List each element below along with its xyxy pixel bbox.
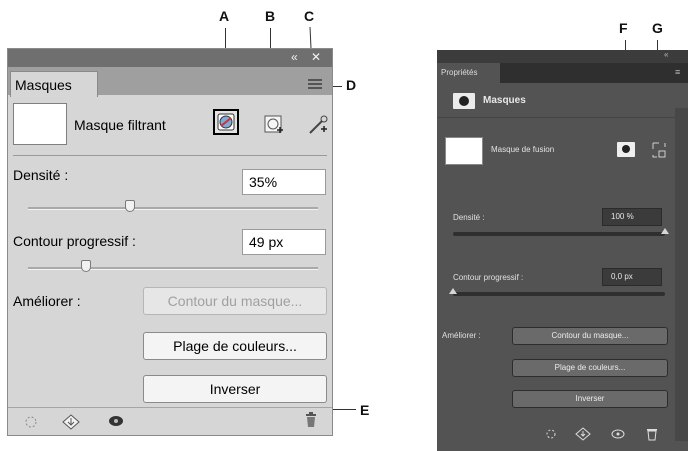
feather-slider-handle[interactable] [449,288,457,294]
pixel-mask-button[interactable] [213,109,239,135]
collapse-icon[interactable]: « [291,50,298,64]
panel-title-bar[interactable]: « [437,50,688,63]
invert-button[interactable]: Inverser [143,375,327,403]
callout-a: A [219,8,230,24]
feather-input[interactable]: 49 px [242,229,326,255]
apply-mask-icon[interactable] [61,413,81,431]
mask-edge-button[interactable]: Contour du masque... [143,287,327,315]
panel-menu-icon[interactable]: ≡ [675,67,680,77]
feather-input[interactable]: 0,0 px [602,268,662,286]
delete-icon[interactable] [305,412,317,428]
masks-panel-light: « ✕ Masques Masque filtrant Densité : 35 [7,48,333,436]
mask-type-label: Masque filtrant [74,117,166,133]
scrollbar[interactable] [675,108,688,441]
panel-title-bar[interactable]: « ✕ [8,49,332,67]
refine-label: Améliorer : [13,293,81,309]
panel-bottom-toolbar [8,407,332,436]
toggle-visibility-icon[interactable] [611,428,625,440]
select-pixel-mask-button[interactable] [617,142,635,157]
density-slider-handle[interactable] [124,200,135,212]
callout-g: G [652,20,663,36]
refine-mask-icon [309,115,328,134]
callout-d: D [346,77,357,93]
density-slider-handle[interactable] [661,228,669,234]
toggle-visibility-icon[interactable] [108,415,124,427]
refine-mask-button[interactable] [306,113,330,137]
masks-header-label: Masques [483,95,526,106]
properties-panel-dark: « Propriétés ≡ Masques Masque de fusion … [437,50,688,451]
select-vector-mask-icon[interactable] [651,141,667,159]
density-input[interactable]: 35% [242,169,326,195]
add-vector-mask-icon [264,115,283,133]
feather-slider-handle[interactable] [81,260,91,272]
density-label: Densité : [13,167,69,183]
load-selection-icon[interactable] [24,415,38,429]
panel-menu-icon[interactable] [308,79,322,89]
density-input[interactable]: 100 % [602,208,662,226]
feather-slider-track[interactable] [28,267,318,270]
density-slider-track[interactable] [453,232,665,236]
mask-type-label: Masque de fusion [491,145,555,154]
masks-header-icon [453,93,475,109]
panel-bottom-toolbar [437,418,688,451]
mask-edge-button[interactable]: Contour du masque... [512,327,668,345]
mask-thumbnail[interactable] [13,103,67,145]
header-divider [437,117,688,118]
density-label: Densité : [453,213,485,222]
add-vector-mask-button[interactable] [262,113,286,137]
tab-masks[interactable]: Masques [10,71,98,97]
feather-slider-track[interactable] [453,292,665,296]
refine-label: Améliorer : [442,331,481,340]
feather-label: Contour progressif : [453,273,524,282]
callout-b: B [265,8,276,24]
tab-properties[interactable]: Propriétés [437,63,500,83]
mask-thumbnail[interactable] [445,137,483,165]
delete-icon[interactable] [646,427,658,441]
close-icon[interactable]: ✕ [311,50,321,64]
section-divider [13,155,327,156]
callout-f: F [619,20,628,36]
invert-button[interactable]: Inverser [512,390,668,408]
feather-label: Contour progressif : [13,233,136,249]
color-range-button[interactable]: Plage de couleurs... [512,359,668,377]
collapse-icon[interactable]: « [664,50,668,59]
apply-mask-icon[interactable] [575,427,591,441]
density-slider-track[interactable] [28,207,318,210]
pixel-mask-icon [217,113,235,131]
callout-c: C [304,8,315,24]
load-selection-icon[interactable] [545,428,557,440]
color-range-button[interactable]: Plage de couleurs... [143,332,327,360]
callout-e: E [360,402,370,418]
